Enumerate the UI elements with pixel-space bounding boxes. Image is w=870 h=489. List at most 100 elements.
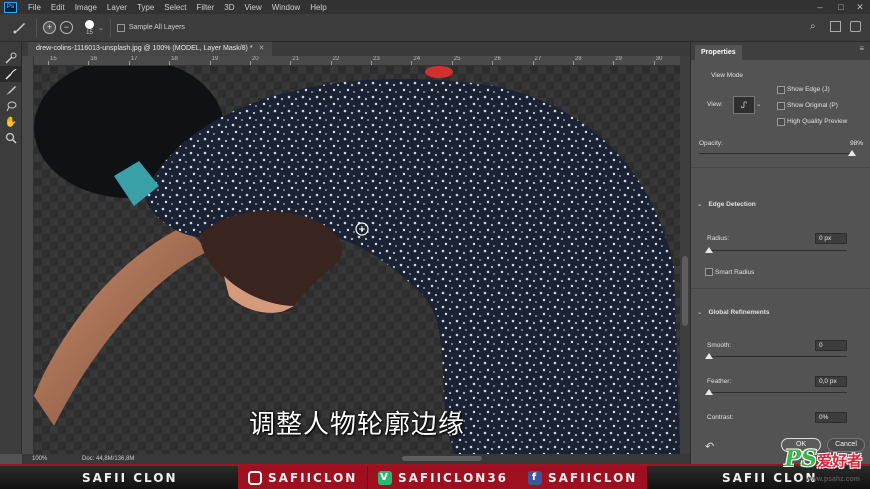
opacity-slider-thumb[interactable] xyxy=(847,150,856,156)
view-mode-thumbnail[interactable]: ᔑ xyxy=(733,96,755,114)
ruler-tick xyxy=(613,61,615,65)
show-original-checkbox[interactable] xyxy=(777,102,785,110)
ruler-tick xyxy=(330,61,332,65)
reset-icon[interactable]: ↶ xyxy=(705,440,714,453)
feather-slider-track[interactable] xyxy=(707,392,847,393)
show-original-label: Show Original (P) xyxy=(787,102,838,109)
ruler-tick-label: 19 xyxy=(211,56,219,62)
document-tab-bar: drew-colins-1116013-unsplash.jpg @ 100% … xyxy=(22,42,690,56)
show-edge-checkbox[interactable] xyxy=(777,86,785,94)
edge-detection-header[interactable]: ⌄ Edge Detection xyxy=(697,200,756,208)
smooth-field[interactable]: 0 xyxy=(815,340,847,351)
brush-size-value: 15 xyxy=(86,29,93,36)
add-to-selection-icon[interactable]: + xyxy=(43,21,56,34)
ruler-tick xyxy=(169,61,171,65)
smart-radius-label: Smart Radius xyxy=(715,269,755,276)
menu-3d[interactable]: 3D xyxy=(219,3,239,12)
show-edge-label: Show Edge (J) xyxy=(787,86,830,93)
chevron-down-icon[interactable]: ⌄ xyxy=(98,24,104,32)
zoom-tool-icon[interactable] xyxy=(0,130,22,146)
brush-tip-icon xyxy=(85,19,94,29)
feather-field[interactable]: 0,0 px xyxy=(815,376,847,387)
hand-tool-icon[interactable]: ✋ xyxy=(0,114,22,130)
chevron-down-icon[interactable]: ⌄ xyxy=(756,100,761,108)
share-icon[interactable] xyxy=(850,21,861,32)
banner-brand-right: SAFII CLON xyxy=(722,471,818,485)
zoom-level[interactable]: 100% xyxy=(32,456,72,462)
watermark-text: 爱好者 xyxy=(816,452,862,470)
vine-handle: V SAFIICLON36 xyxy=(368,466,519,489)
document-tab-title: drew-colins-1116013-unsplash.jpg @ 100% … xyxy=(36,45,253,52)
tools-panel: ✋ xyxy=(0,42,22,454)
radius-slider-track[interactable] xyxy=(707,250,847,251)
menu-layer[interactable]: Layer xyxy=(102,3,132,12)
minimize-icon[interactable]: – xyxy=(813,0,827,14)
contrast-field[interactable]: 0% xyxy=(815,412,847,423)
menu-window[interactable]: Window xyxy=(267,3,305,12)
close-icon[interactable]: ✕ xyxy=(853,0,867,14)
refine-edge-brush-tool-icon[interactable] xyxy=(0,66,22,82)
refine-brush-tool-icon[interactable] xyxy=(8,19,30,37)
ruler-tick-label: 17 xyxy=(130,56,138,62)
maximize-icon[interactable]: □ xyxy=(834,0,848,14)
high-quality-preview-checkbox[interactable] xyxy=(777,118,785,126)
canvas[interactable]: 调整人物轮廓边缘 xyxy=(34,66,680,454)
search-icon[interactable]: ⌕ xyxy=(810,21,816,32)
properties-header: Properties ≡ xyxy=(691,42,870,60)
opacity-field[interactable]: 98% xyxy=(821,139,863,150)
menu-file[interactable]: File xyxy=(23,3,46,12)
options-bar: + − 15 ⌄ Sample All Layers xyxy=(0,14,870,42)
ruler-horizontal: 15 16 17 18 19 20 21 22 23 24 25 26 27 28 29 30 xyxy=(34,56,680,66)
menu-select[interactable]: Select xyxy=(159,3,191,12)
edge-detection-label: Edge Detection xyxy=(708,201,756,208)
ruler-tick-label: 30 xyxy=(655,56,663,62)
subtract-from-selection-icon[interactable]: − xyxy=(60,21,73,34)
banner-brand-left: SAFII CLON xyxy=(82,471,178,485)
sample-all-layers-checkbox[interactable] xyxy=(116,23,125,32)
global-refinements-label: Global Refinements xyxy=(708,309,770,316)
close-tab-icon[interactable]: ✕ xyxy=(259,45,265,52)
smooth-slider-thumb[interactable] xyxy=(705,353,713,359)
smooth-slider-track[interactable] xyxy=(707,356,847,357)
facebook-label: SAFIICLON xyxy=(548,470,638,485)
ruler-tick xyxy=(572,61,574,65)
smooth-label: Smooth: xyxy=(707,342,732,349)
menu-type[interactable]: Type xyxy=(132,3,159,12)
contrast-label: Contrast: xyxy=(707,414,734,421)
chevron-down-icon: ⌄ xyxy=(697,309,703,316)
menu-filter[interactable]: Filter xyxy=(192,3,220,12)
ruler-tick-label: 16 xyxy=(90,56,98,62)
menu-edit[interactable]: Edit xyxy=(46,3,70,12)
vertical-scroll-thumb[interactable] xyxy=(682,256,688,326)
vertical-scrollbar[interactable] xyxy=(680,56,690,454)
menu-view[interactable]: View xyxy=(240,3,267,12)
document-info[interactable]: Doc: 44,8M/136,8M xyxy=(82,456,134,462)
radius-field[interactable]: 0 px xyxy=(815,233,847,244)
brush-size-picker[interactable]: 15 xyxy=(85,19,94,36)
opacity-label: Opacity: xyxy=(699,140,723,147)
ruler-tick-label: 20 xyxy=(251,56,259,62)
ruler-tick-label: 22 xyxy=(332,56,340,62)
menu-image[interactable]: Image xyxy=(70,3,102,12)
radius-slider-thumb[interactable] xyxy=(705,247,713,253)
ruler-tick-label: 28 xyxy=(574,56,582,62)
lasso-tool-icon[interactable] xyxy=(0,98,22,114)
panel-menu-icon[interactable]: ≡ xyxy=(859,44,864,53)
ruler-tick xyxy=(209,61,211,65)
feather-slider-thumb[interactable] xyxy=(705,389,713,395)
ruler-tick-label: 24 xyxy=(413,56,421,62)
ruler-tick xyxy=(48,61,49,65)
smart-radius-checkbox[interactable] xyxy=(705,268,713,276)
global-refinements-header[interactable]: ⌄ Global Refinements xyxy=(697,308,770,316)
document-tab[interactable]: drew-colins-1116013-unsplash.jpg @ 100% … xyxy=(28,42,273,56)
properties-tab[interactable]: Properties xyxy=(695,45,742,60)
horizontal-scroll-thumb[interactable] xyxy=(402,456,482,461)
chevron-down-icon: ⌄ xyxy=(697,201,703,208)
options-separator xyxy=(109,18,111,37)
menu-help[interactable]: Help xyxy=(305,3,331,12)
ruler-tick-label: 29 xyxy=(615,56,622,62)
workspace-icon[interactable] xyxy=(830,21,841,32)
opacity-slider-track[interactable] xyxy=(699,153,855,154)
brush-tool-icon[interactable] xyxy=(0,82,22,98)
quick-selection-tool-icon[interactable] xyxy=(0,50,22,66)
